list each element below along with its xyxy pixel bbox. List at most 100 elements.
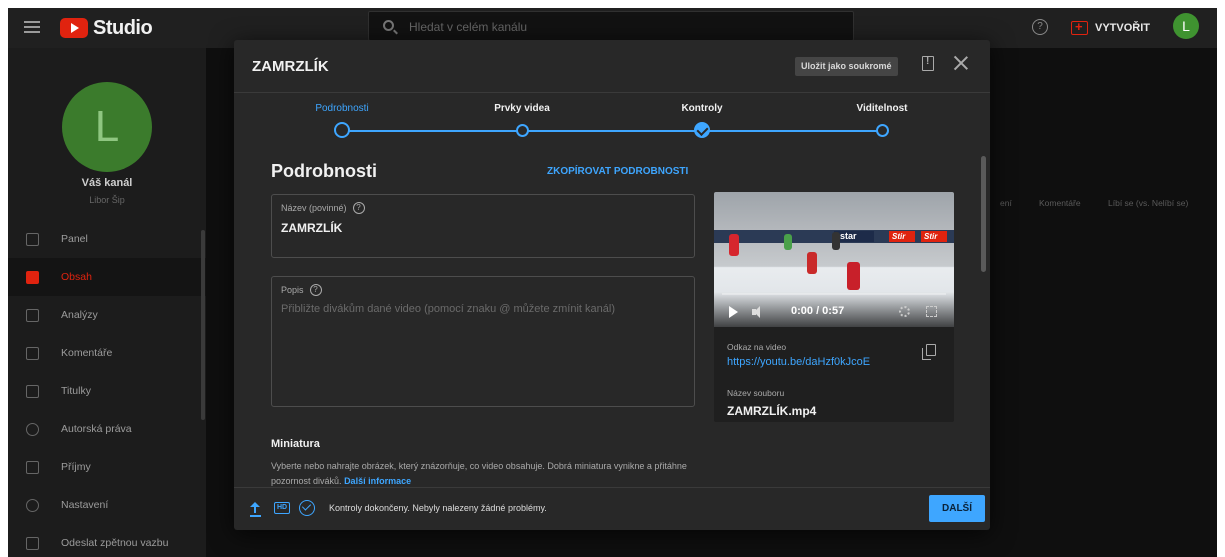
- dialog-footer: HD Kontroly dokončeny. Nebyly nalezeny ž…: [234, 487, 990, 530]
- title-field[interactable]: Název (povinné)? ZAMRZLÍK: [271, 194, 695, 258]
- title-field-label: Název (povinné)?: [281, 202, 365, 214]
- sidebar-item-label: Nastavení: [61, 499, 109, 511]
- hd-icon: HD: [274, 502, 290, 514]
- step-details[interactable]: Podrobnosti: [272, 103, 412, 138]
- close-icon[interactable]: [954, 56, 968, 70]
- step-label: Prvky videa: [494, 103, 550, 114]
- filename-label: Název souboru: [727, 388, 785, 398]
- sidebar-item-content[interactable]: Obsah: [8, 258, 206, 296]
- sidebar-item-label: Autorská práva: [61, 423, 132, 435]
- upload-stepper: Podrobnosti Prvky videa Kontroly Viditel…: [234, 93, 990, 148]
- video-player[interactable]: star Stir Stir 0:00 / 0:57: [714, 192, 954, 327]
- sidebar-item-earn[interactable]: Příjmy: [8, 448, 206, 486]
- thumbnail-title: Miniatura: [271, 438, 320, 450]
- sidebar-item-feedback[interactable]: Odeslat zpětnou vazbu: [8, 524, 206, 557]
- sidebar-nav: Panel Obsah Analýzy Komentáře Titulky Au…: [8, 220, 206, 557]
- description-placeholder[interactable]: Přibližte divákům dané video (pomocí zna…: [281, 303, 615, 315]
- player-controls: 0:00 / 0:57: [714, 292, 954, 327]
- field-label-text: Název (povinné): [281, 203, 347, 213]
- step-current-icon: [334, 122, 350, 138]
- create-button[interactable]: VYTVOŘIT: [1071, 17, 1150, 39]
- channel-owner: Libor Šip: [89, 195, 125, 205]
- step-dot-icon: [875, 124, 889, 137]
- description-field[interactable]: Popis? Přibližte divákům dané video (pom…: [271, 276, 695, 407]
- step-checks[interactable]: Kontroly: [632, 103, 772, 138]
- analytics-icon: [26, 308, 39, 322]
- board-ad: Stir: [921, 231, 947, 242]
- channel-avatar[interactable]: L: [62, 82, 152, 172]
- sidebar-item-label: Analýzy: [61, 309, 98, 321]
- youtube-play-icon: [60, 18, 88, 38]
- title-field-value[interactable]: ZAMRZLÍK: [281, 221, 342, 235]
- copyright-icon: [26, 422, 39, 436]
- copy-icon[interactable]: [922, 344, 936, 360]
- skater-figure: [807, 252, 817, 274]
- skater-figure: [729, 234, 739, 256]
- filename-value: ZAMRZLÍK.mp4: [727, 404, 817, 418]
- search-bar[interactable]: [368, 11, 854, 41]
- next-button[interactable]: DALŠÍ: [929, 495, 985, 522]
- comments-icon: [26, 346, 39, 360]
- checks-status: Kontroly dokončeny. Nebyly nalezeny žádn…: [329, 503, 547, 513]
- progress-bar[interactable]: [722, 293, 946, 295]
- save-private-button[interactable]: Uložit jako soukromé: [795, 57, 898, 76]
- sidebar-item-settings[interactable]: Nastavení: [8, 486, 206, 524]
- search-icon: [383, 20, 394, 31]
- gear-icon: [26, 498, 39, 512]
- skater-figure: [847, 262, 860, 290]
- dialog-title: ZAMRZLÍK: [252, 58, 329, 75]
- sidebar-item-copyright[interactable]: Autorská práva: [8, 410, 206, 448]
- create-video-icon: [1071, 19, 1088, 35]
- step-visibility[interactable]: Viditelnost: [812, 103, 952, 137]
- feedback-flag-icon[interactable]: [922, 56, 934, 71]
- board-ad: Stir: [889, 231, 915, 242]
- sidebar-item-subtitles[interactable]: Titulky: [8, 372, 206, 410]
- upload-base-line: [250, 515, 261, 517]
- step-video-elements[interactable]: Prvky videa: [452, 103, 592, 137]
- help-icon[interactable]: ?: [352, 202, 365, 214]
- fullscreen-icon[interactable]: [926, 306, 937, 317]
- dialog-body: Podrobnosti ZKOPÍROVAT PODROBNOSTI Název…: [234, 148, 990, 487]
- earn-icon: [26, 460, 39, 474]
- help-icon[interactable]: ?: [309, 284, 322, 296]
- play-icon[interactable]: [729, 306, 738, 318]
- sidebar-item-panel[interactable]: Panel: [8, 220, 206, 258]
- learn-more-link[interactable]: Další informace: [344, 476, 411, 486]
- dialog-header: ZAMRZLÍK Uložit jako soukromé: [234, 40, 990, 93]
- playback-time: 0:00 / 0:57: [791, 305, 845, 317]
- field-label-text: Popis: [281, 285, 304, 295]
- create-label: VYTVOŘIT: [1095, 22, 1151, 34]
- sidebar-item-label: Komentáře: [61, 347, 113, 359]
- skater-figure: [832, 232, 840, 250]
- check-circle-icon: [299, 500, 315, 516]
- sidebar: L Váš kanál Libor Šip Panel Obsah Analýz…: [8, 48, 206, 557]
- dashboard-icon: [26, 232, 39, 246]
- help-icon[interactable]: ?: [1032, 19, 1048, 35]
- dialog-scrollbar[interactable]: [981, 156, 986, 272]
- copy-details-button[interactable]: ZKOPÍROVAT PODROBNOSTI: [547, 166, 688, 177]
- sidebar-item-comments[interactable]: Komentáře: [8, 334, 206, 372]
- menu-icon[interactable]: [24, 21, 40, 34]
- skater-figure: [784, 234, 792, 250]
- feedback-icon: [26, 536, 39, 550]
- step-done-check-icon: [694, 122, 710, 138]
- settings-gear-icon[interactable]: [899, 306, 910, 317]
- bg-column-header: Komentáře: [1039, 198, 1081, 208]
- bg-column-header: Líbí se (vs. Nelíbí se): [1108, 198, 1189, 208]
- sidebar-scrollbar[interactable]: [201, 230, 205, 420]
- section-title: Podrobnosti: [271, 161, 377, 181]
- studio-logo[interactable]: Studio: [60, 16, 153, 40]
- video-link[interactable]: https://youtu.be/daHzf0kJcoE: [727, 356, 870, 368]
- sidebar-item-analytics[interactable]: Analýzy: [8, 296, 206, 334]
- search-input[interactable]: [409, 18, 809, 36]
- volume-icon[interactable]: [752, 306, 765, 318]
- board-ad: star: [834, 231, 874, 242]
- step-label: Podrobnosti: [315, 103, 369, 114]
- bg-column-header: ení: [1000, 198, 1012, 208]
- sidebar-item-label: Odeslat zpětnou vazbu: [61, 537, 169, 549]
- account-avatar[interactable]: L: [1173, 13, 1199, 39]
- sidebar-item-label: Titulky: [61, 385, 91, 397]
- channel-title: Váš kanál: [81, 177, 133, 189]
- content-icon: [26, 270, 39, 284]
- step-dot-icon: [515, 124, 529, 137]
